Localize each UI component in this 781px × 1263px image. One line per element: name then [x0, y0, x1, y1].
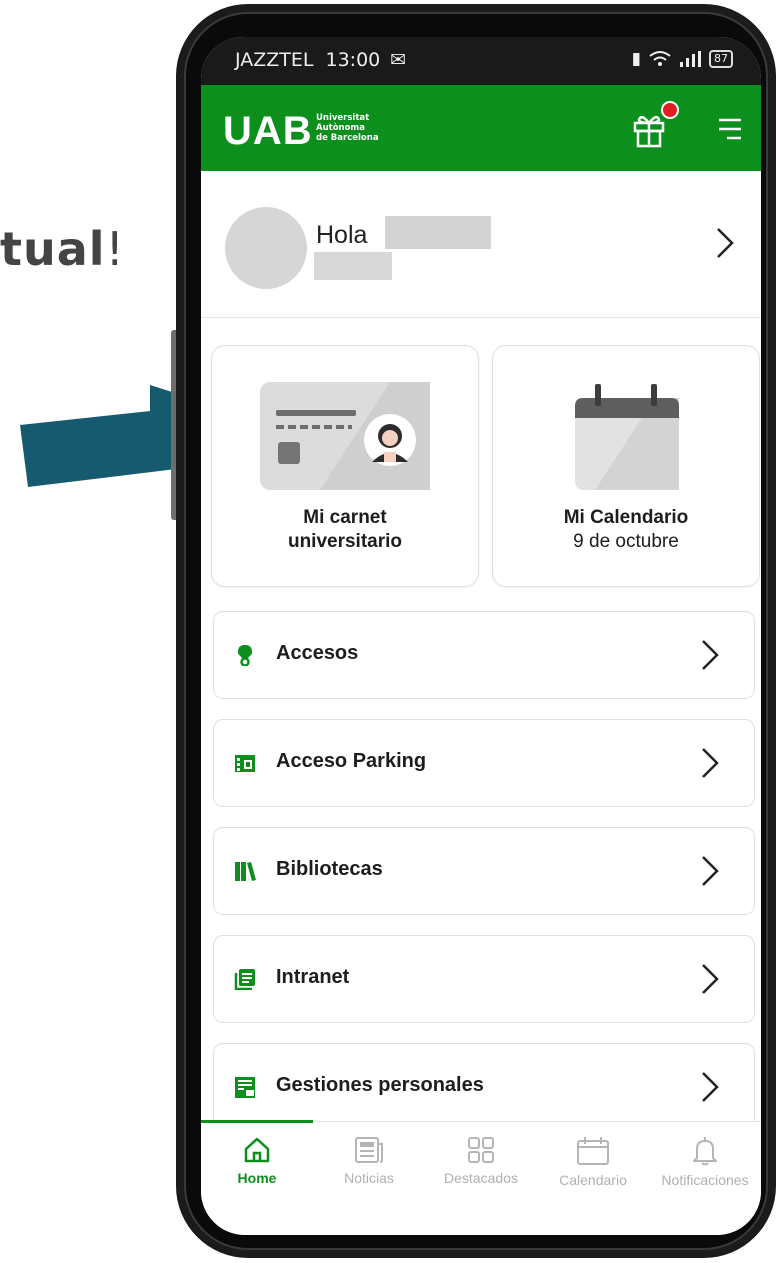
card-student-id[interactable]: Mi carnet universitario — [211, 345, 479, 587]
library-icon — [235, 862, 256, 881]
list-item-acceso-parking[interactable]: Acceso Parking — [213, 719, 755, 807]
notification-dot — [661, 101, 679, 119]
chevron-right-icon — [717, 228, 734, 258]
phone-screen: JAZZTEL 13:00 ✉ ▮ 87 UAB Universitat Autòn… — [201, 37, 761, 1235]
tab-label: Notificaciones — [661, 1172, 749, 1188]
calendar-icon — [577, 1137, 609, 1165]
slide-partial-text: tual! — [0, 222, 125, 276]
tab-calendario[interactable]: Calendario — [537, 1136, 649, 1188]
status-bar: JAZZTEL 13:00 ✉ ▮ 87 — [201, 37, 761, 85]
redacted-surname — [314, 252, 392, 280]
card-title-line2: universitario — [287, 531, 403, 552]
chevron-right-icon — [702, 748, 719, 778]
card-title: Mi carnet — [303, 507, 387, 528]
active-tab-indicator — [201, 1120, 313, 1123]
tab-label: Noticias — [344, 1170, 394, 1186]
bottom-navigation: Home Noticias Destacados Calendario Noti… — [201, 1120, 761, 1235]
news-icon — [355, 1137, 383, 1163]
student-card-icon — [260, 382, 430, 490]
card-title: Mi Calendario — [563, 507, 689, 528]
list-item-bibliotecas[interactable]: Bibliotecas — [213, 827, 755, 915]
wifi-icon — [649, 51, 671, 66]
tab-label: Calendario — [559, 1172, 627, 1188]
item-label: Acceso Parking — [276, 750, 427, 772]
tab-destacados[interactable]: Destacados — [425, 1136, 537, 1186]
tab-label: Destacados — [444, 1170, 518, 1186]
chevron-right-icon — [702, 856, 719, 886]
personal-procedures-icon — [235, 1077, 255, 1098]
tab-notificaciones[interactable]: Notificaciones — [649, 1136, 761, 1188]
grid-icon — [468, 1137, 494, 1163]
list-item-gestiones-personales[interactable]: Gestiones personales — [213, 1043, 755, 1131]
calendar-date: 9 de octubre — [573, 531, 679, 552]
item-label: Bibliotecas — [276, 858, 383, 880]
menu-icon[interactable] — [717, 117, 743, 141]
item-label: Intranet — [276, 966, 350, 988]
item-label: Accesos — [276, 642, 359, 664]
chevron-right-icon — [702, 964, 719, 994]
avatar — [225, 207, 307, 289]
list-item-accesos[interactable]: Accesos — [213, 611, 755, 699]
signal-icon — [680, 51, 701, 67]
list-item-intranet[interactable]: Intranet — [213, 935, 755, 1023]
user-profile-row[interactable]: Hola — [201, 171, 761, 318]
uab-logo: UAB — [223, 109, 313, 153]
calendar-illustration-icon — [575, 384, 679, 490]
card-calendar[interactable]: Mi Calendario 9 de octubre — [492, 345, 760, 587]
uab-logo-subtitle: Universitat Autònoma de Barcelona — [316, 113, 379, 143]
greeting-text: Hola — [316, 221, 368, 249]
app-header: UAB Universitat Autònoma de Barcelona — [201, 85, 761, 171]
tab-noticias[interactable]: Noticias — [313, 1136, 425, 1186]
redacted-name — [385, 216, 491, 249]
chevron-right-icon — [702, 640, 719, 670]
vibrate-icon: ▮ — [631, 49, 641, 69]
intranet-icon — [234, 969, 255, 990]
mail-icon: ✉ — [390, 49, 407, 71]
access-icon — [238, 645, 252, 666]
carrier-name: JAZZTEL — [235, 49, 314, 71]
tab-home[interactable]: Home — [201, 1136, 313, 1186]
bell-icon — [693, 1137, 717, 1166]
battery-icon: 87 — [709, 50, 733, 68]
parking-icon — [235, 755, 255, 772]
home-icon — [244, 1137, 270, 1163]
item-label: Gestiones personales — [276, 1074, 484, 1096]
status-time: 13:00 — [325, 49, 381, 71]
tab-label: Home — [237, 1170, 277, 1186]
chevron-right-icon — [702, 1072, 719, 1102]
